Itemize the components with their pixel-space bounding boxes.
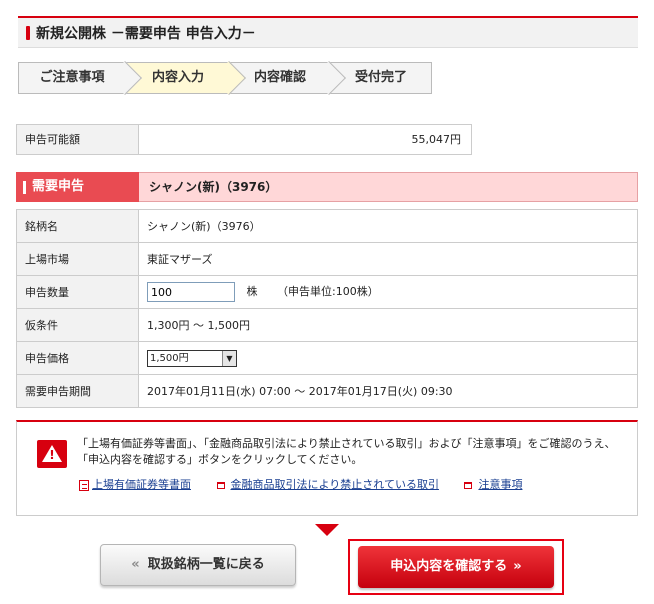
notice-links: 上場有価証券等書面 金融商品取引法により禁止されている取引 注意事項 [79, 476, 544, 492]
price-cell: 1,500円 ▼ [138, 341, 638, 375]
table-row: 仮条件 1,300円 ～ 1,500円 [16, 308, 638, 342]
quantity-label: 申告数量 [16, 275, 139, 309]
dropdown-arrow-icon[interactable]: ▼ [222, 350, 236, 366]
step-caution: ご注意事項 [18, 61, 142, 95]
available-amount-label: 申告可能額 [17, 125, 139, 154]
market-label: 上場市場 [16, 242, 139, 276]
available-amount-value: 55,047円 [411, 133, 462, 146]
period-label: 需要申告期間 [16, 374, 139, 408]
pdf-icon [79, 479, 89, 491]
title-marker [26, 26, 30, 40]
table-row: 申告価格 1,500円 ▼ [16, 341, 638, 375]
table-row: 銘柄名 シャノン(新)（3976） [16, 209, 638, 243]
back-to-list-button[interactable]: «取扱銘柄一覧に戻る [100, 544, 296, 586]
stock-name-value: シャノン(新)（3976） [138, 209, 638, 243]
notice-message: 「上場有価証券等書面」、「金融商品取引法により禁止されている取引」および「注意事… [77, 437, 616, 466]
page-header: 新規公開株 －需要申告 申告入力－ [18, 16, 638, 48]
table-row: 上場市場 東証マザーズ [16, 242, 638, 276]
confirm-application-button[interactable]: 申込内容を確認する» [358, 546, 554, 588]
market-value: 東証マザーズ [138, 242, 638, 276]
demand-stock: シャノン(新)（3976） [149, 180, 278, 194]
stock-name-label: 銘柄名 [16, 209, 139, 243]
new-window-icon [464, 481, 473, 489]
page-title: 新規公開株 －需要申告 申告入力－ [36, 26, 256, 42]
link-prohibited-transactions[interactable]: 金融商品取引法により禁止されている取引 [231, 478, 439, 491]
available-amount-row: 申告可能額 55,047円 [16, 124, 472, 155]
quantity-cell: 株 （申告単位:100株） [138, 275, 638, 309]
condition-value: 1,300円 ～ 1,500円 [138, 308, 638, 342]
notice-box: ! 「上場有価証券等書面」、「金融商品取引法により禁止されている取引」および「注… [16, 420, 638, 516]
down-arrow-icon [315, 524, 339, 536]
double-chevron-right-icon: » [513, 559, 522, 574]
table-row: 需要申告期間 2017年01月11日(水) 07:00 ～ 2017年01月17… [16, 374, 638, 408]
condition-label: 仮条件 [16, 308, 139, 342]
quantity-unit: 株 [246, 285, 258, 298]
new-window-icon [216, 481, 225, 489]
period-value: 2017年01月11日(水) 07:00 ～ 2017年01月17日(火) 09… [138, 374, 638, 408]
link-listed-securities-doc[interactable]: 上場有価証券等書面 [92, 478, 191, 491]
demand-header: 需要申告 シャノン(新)（3976） [16, 172, 638, 202]
detail-table: 銘柄名 シャノン(新)（3976） 上場市場 東証マザーズ 申告数量 株 （申告… [16, 209, 638, 408]
warning-icon: ! [37, 440, 67, 468]
quantity-input[interactable] [147, 282, 235, 302]
quantity-note: （申告単位:100株） [277, 285, 379, 298]
price-select[interactable]: 1,500円 ▼ [147, 349, 237, 367]
step-indicator: ご注意事項 内容入力 内容確認 受付完了 [18, 61, 432, 95]
demand-label: 需要申告 [16, 172, 139, 202]
double-chevron-left-icon: « [131, 557, 140, 572]
table-row: 申告数量 株 （申告単位:100株） [16, 275, 638, 309]
price-label: 申告価格 [16, 341, 139, 375]
confirm-button-highlight: 申込内容を確認する» [348, 539, 564, 595]
link-caution-items[interactable]: 注意事項 [478, 478, 522, 491]
